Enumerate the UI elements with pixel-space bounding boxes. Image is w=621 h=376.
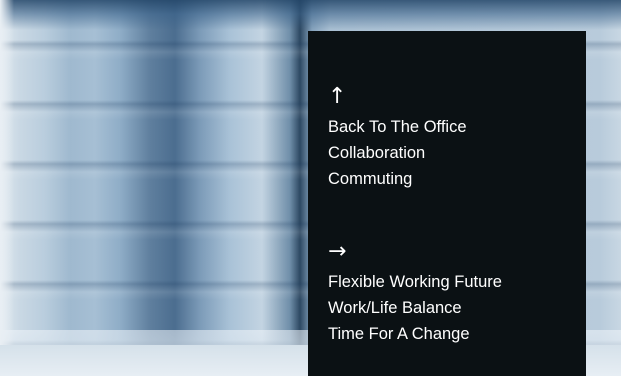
topic-menu-panel: ↑ Back To The Office Collaboration Commu… [308,31,586,376]
arrow-right-icon: → [328,239,347,264]
link-collaboration[interactable]: Collaboration [328,140,467,166]
link-commuting[interactable]: Commuting [328,166,467,192]
link-back-to-the-office[interactable]: Back To The Office [328,114,467,140]
link-work-life-balance[interactable]: Work/Life Balance [328,295,502,321]
menu-group-right: → Flexible Working Future Work/Life Bala… [328,239,502,347]
link-flexible-working-future[interactable]: Flexible Working Future [328,269,502,295]
arrow-up-icon: ↑ [328,84,347,109]
link-time-for-a-change[interactable]: Time For A Change [328,321,502,347]
menu-group-up: ↑ Back To The Office Collaboration Commu… [328,84,467,192]
hero-banner: ↑ Back To The Office Collaboration Commu… [0,0,621,376]
photo-edge-highlight [0,0,14,376]
